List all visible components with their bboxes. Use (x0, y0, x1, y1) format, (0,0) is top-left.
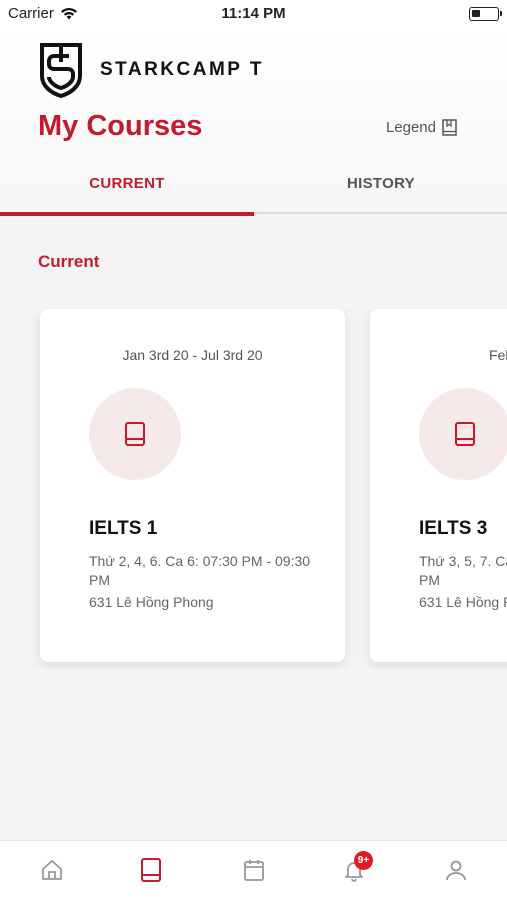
course-schedule: Thứ 3, 5, 7. Ca 6: 07:30 PM - 09:30 PM (419, 553, 507, 588)
calendar-icon (244, 860, 264, 881)
bookmark-book-icon (442, 119, 457, 136)
profile-icon (446, 860, 466, 881)
status-bar: Carrier 11:14 PM (0, 0, 507, 28)
brand-name: STARKCAMP T (100, 59, 265, 80)
course-date-range: Jan 3rd 20 - Jul 3rd 20 (122, 347, 263, 363)
home-icon (42, 860, 62, 880)
course-carousel[interactable]: Jan 3rd 20 - Jul 3rd 20 IELTS 1 Thứ 2, 4… (0, 309, 507, 669)
course-card[interactable]: Jan 3rd 20 - Jul 3rd 20 IELTS 1 Thứ 2, 4… (40, 309, 345, 662)
course-icon-circle (419, 388, 507, 480)
page-title: My Courses (38, 110, 203, 142)
book-icon (125, 422, 145, 446)
course-schedule: Thứ 2, 4, 6. Ca 6: 07:30 PM - 09:30 PM (89, 553, 311, 588)
courses-icon (141, 858, 161, 882)
section-title: Current (38, 252, 100, 271)
legend-button[interactable]: Legend (386, 119, 457, 136)
tab-bar: CURRENT HISTORY (0, 170, 507, 216)
battery-icon (469, 7, 502, 21)
nav-calendar[interactable] (239, 855, 269, 885)
notification-badge: 9+ (354, 851, 373, 870)
nav-courses[interactable] (136, 855, 166, 885)
tab-current[interactable]: CURRENT (0, 170, 254, 216)
status-time: 11:14 PM (221, 5, 286, 22)
tab-history[interactable]: HISTORY (254, 170, 507, 214)
legend-label: Legend (385, 119, 436, 136)
book-icon (455, 422, 475, 446)
course-location: 631 Lê Hồng Phong (419, 594, 507, 610)
course-icon-circle (89, 388, 181, 480)
course-card[interactable]: Feb 4th 20 IELTS 3 Thứ 3, 5, 7. Ca 6: 07… (370, 309, 507, 662)
header: STARKCAMP T My Courses Legend CURRENT HI… (0, 28, 507, 216)
brand-logo: STARKCAMP T (38, 42, 264, 98)
nav-profile[interactable] (441, 855, 471, 885)
course-location: 631 Lê Hồng Phong (89, 594, 214, 610)
course-title: IELTS 3 (419, 518, 488, 539)
course-date-range: Feb 4th 20 (489, 347, 507, 363)
shield-logo-icon (40, 43, 82, 98)
nav-home[interactable] (37, 855, 67, 885)
nav-notifications[interactable]: 9+ (339, 851, 373, 885)
bottom-navigation: 9+ (0, 840, 507, 900)
course-title: IELTS 1 (89, 518, 158, 539)
